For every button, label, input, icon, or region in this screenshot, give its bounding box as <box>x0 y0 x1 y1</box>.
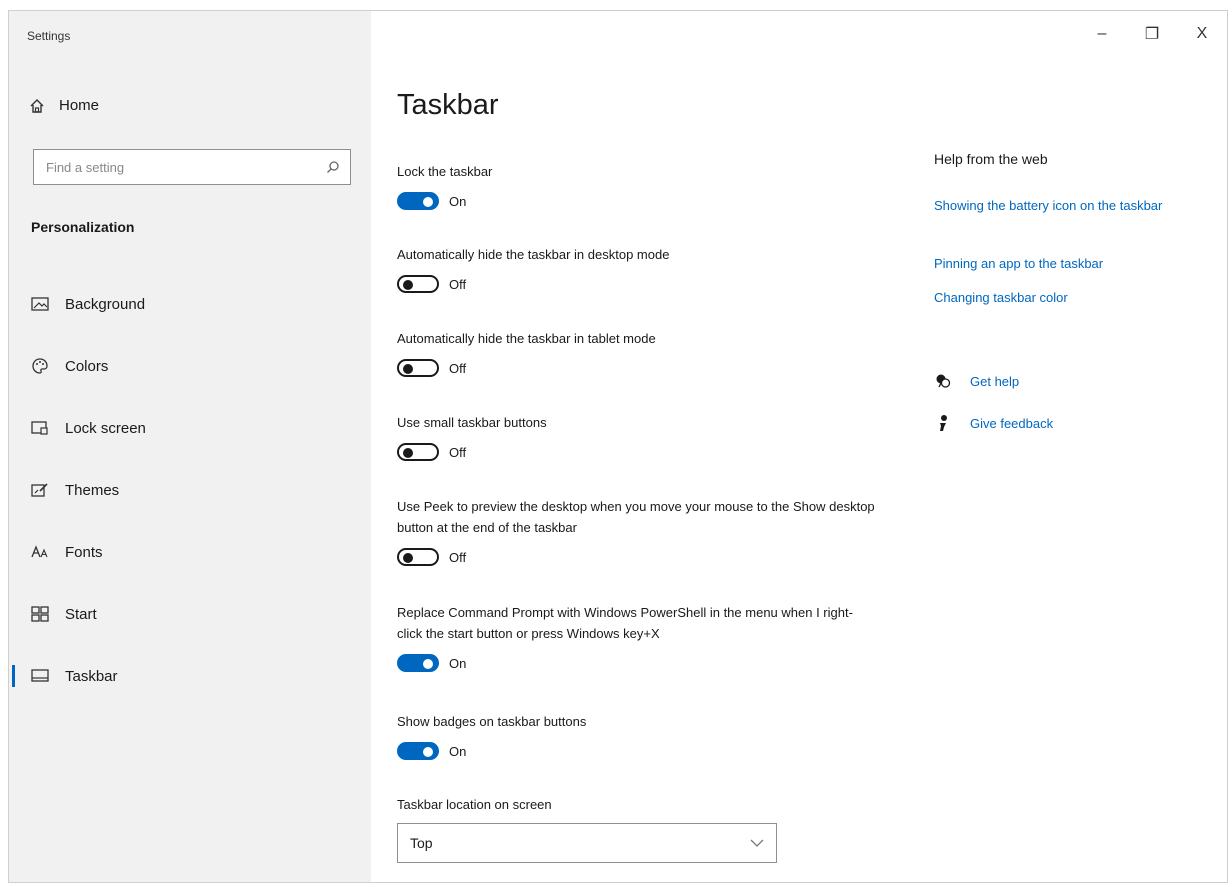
sidebar-nav: Background Colors Lock screen Themes Fon… <box>9 273 371 707</box>
setting-label: Automatically hide the taskbar in deskto… <box>397 247 670 262</box>
setting-peek: Use Peek to preview the desktop when you… <box>397 496 897 566</box>
setting-label: Use Peek to preview the desktop when you… <box>397 499 875 535</box>
start-icon <box>31 605 49 623</box>
toggle-state: Off <box>449 549 467 565</box>
sidebar-item-fonts[interactable]: Fonts <box>9 521 371 583</box>
peek-toggle[interactable] <box>397 548 439 566</box>
get-help-link[interactable]: Get help <box>934 373 1019 389</box>
give-feedback-link[interactable]: Give feedback <box>934 414 1053 432</box>
sidebar-item-label: Themes <box>65 481 120 499</box>
home-label: Home <box>59 97 100 114</box>
sidebar: Settings Home Personalization Background <box>9 11 371 882</box>
home-icon <box>30 98 44 113</box>
sidebar-item-label: Colors <box>65 357 109 375</box>
help-link-taskbar-color[interactable]: Changing taskbar color <box>934 287 1174 308</box>
search-box[interactable] <box>33 149 351 185</box>
lock-screen-icon <box>31 419 49 437</box>
setting-label: Automatically hide the taskbar in tablet… <box>397 331 656 346</box>
search-icon[interactable] <box>326 160 340 174</box>
small-buttons-toggle[interactable] <box>397 443 439 461</box>
close-button[interactable]: X <box>1177 17 1227 51</box>
sidebar-item-label: Lock screen <box>65 419 146 437</box>
themes-icon <box>31 481 49 499</box>
toggle-state: On <box>449 655 467 671</box>
setting-autohide-tablet: Automatically hide the taskbar in tablet… <box>397 328 897 377</box>
page-title: Taskbar <box>397 89 499 121</box>
app-title: Settings <box>27 29 71 43</box>
sidebar-item-background[interactable]: Background <box>9 273 371 335</box>
settings-window: Settings Home Personalization Background <box>8 10 1228 883</box>
setting-location: Taskbar location on screen <box>397 794 897 815</box>
help-link-pinning-app[interactable]: Pinning an app to the taskbar <box>934 253 1174 274</box>
lock-taskbar-toggle[interactable] <box>397 192 439 210</box>
restore-button[interactable]: ❐ <box>1127 17 1177 51</box>
setting-powershell: Replace Command Prompt with Windows Powe… <box>397 602 897 672</box>
sidebar-item-taskbar[interactable]: Taskbar <box>9 645 371 707</box>
palette-icon <box>31 357 49 375</box>
powershell-toggle[interactable] <box>397 654 439 672</box>
toggle-state: On <box>449 743 467 759</box>
toggle-state: Off <box>449 360 467 376</box>
setting-small-buttons: Use small taskbar buttons Off <box>397 412 897 461</box>
setting-label: Use small taskbar buttons <box>397 415 547 430</box>
toggle-state: Off <box>449 276 467 292</box>
setting-autohide-desktop: Automatically hide the taskbar in deskto… <box>397 244 897 293</box>
taskbar-location-dropdown[interactable]: Top <box>397 823 777 863</box>
sidebar-item-themes[interactable]: Themes <box>9 459 371 521</box>
taskbar-icon <box>31 667 49 685</box>
sidebar-item-label: Background <box>65 295 146 313</box>
autohide-desktop-toggle[interactable] <box>397 275 439 293</box>
minimize-button[interactable]: – <box>1077 17 1127 51</box>
search-input[interactable] <box>44 158 326 176</box>
setting-label: Lock the taskbar <box>397 164 493 179</box>
sidebar-item-start[interactable]: Start <box>9 583 371 645</box>
sidebar-item-label: Taskbar <box>65 667 118 685</box>
sidebar-item-colors[interactable]: Colors <box>9 335 371 397</box>
get-help-label: Get help <box>970 373 1020 389</box>
get-help-icon <box>934 373 952 389</box>
section-heading: Personalization <box>31 219 135 235</box>
setting-label: Replace Command Prompt with Windows Powe… <box>397 605 853 641</box>
feedback-icon <box>934 414 952 432</box>
window-controls: – ❐ X <box>1077 17 1227 51</box>
setting-label: Show badges on taskbar buttons <box>397 714 587 729</box>
background-icon <box>31 295 49 313</box>
setting-label: Taskbar location on screen <box>397 797 552 812</box>
badges-toggle[interactable] <box>397 742 439 760</box>
home-nav-item[interactable]: Home <box>29 97 99 114</box>
chevron-down-icon <box>750 839 764 847</box>
help-link-battery-icon[interactable]: Showing the battery icon on the taskbar <box>934 195 1174 216</box>
sidebar-item-label: Fonts <box>65 543 103 561</box>
sidebar-item-lock-screen[interactable]: Lock screen <box>9 397 371 459</box>
toggle-state: Off <box>449 444 467 460</box>
dropdown-value: Top <box>410 835 433 851</box>
autohide-tablet-toggle[interactable] <box>397 359 439 377</box>
fonts-icon <box>31 543 49 561</box>
setting-lock-taskbar: Lock the taskbar On <box>397 161 897 210</box>
help-title: Help from the web <box>934 151 1048 167</box>
setting-badges: Show badges on taskbar buttons On <box>397 711 897 760</box>
toggle-state: On <box>449 193 467 209</box>
sidebar-item-label: Start <box>65 605 97 623</box>
give-feedback-label: Give feedback <box>970 415 1054 431</box>
